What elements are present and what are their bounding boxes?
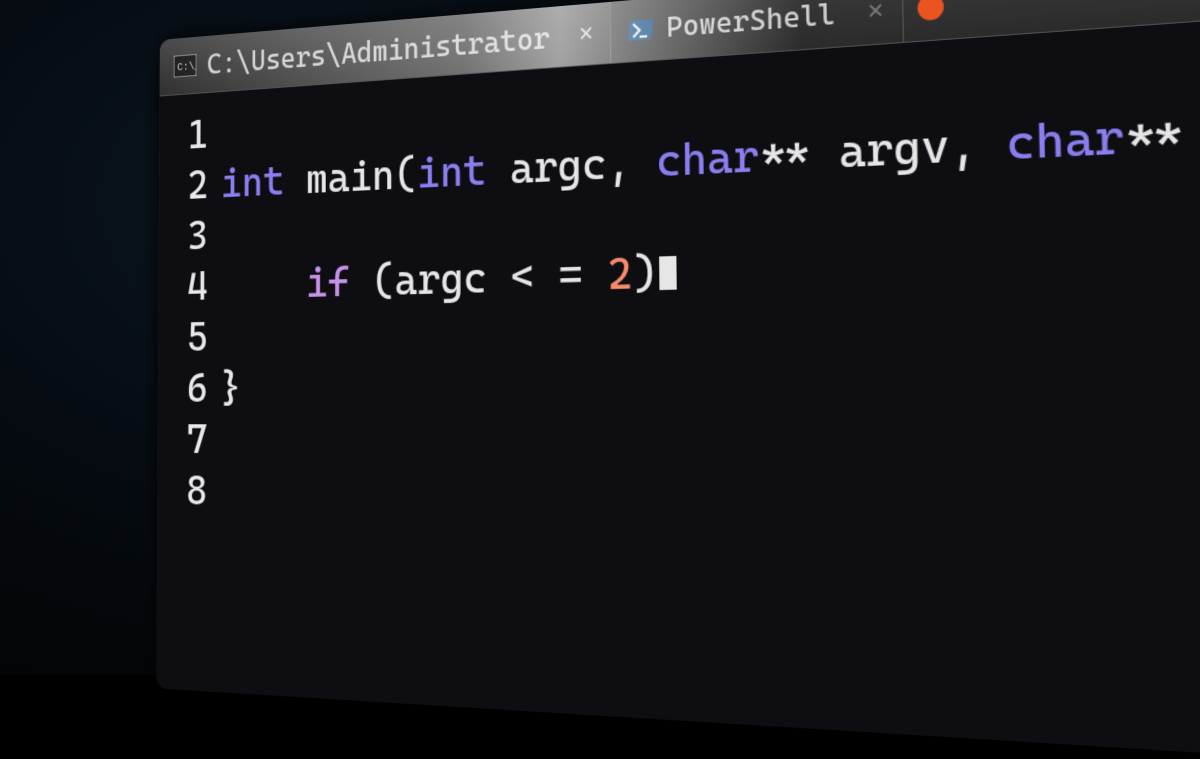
editor[interactable]: 1 2 3 4 5 6 7 8 int main(int argc, char*… xyxy=(157,1,1200,759)
close-icon[interactable]: × xyxy=(579,19,594,51)
code-line: } xyxy=(220,348,1200,414)
gutter: 1 2 3 4 5 6 7 8 xyxy=(157,93,214,692)
ubuntu-icon[interactable] xyxy=(918,0,945,21)
line-number: 5 xyxy=(158,312,208,364)
code-line: if (argc < = 2) xyxy=(220,217,1200,312)
line-number: 1 xyxy=(159,109,208,162)
close-icon[interactable]: × xyxy=(867,0,884,28)
svg-text:C:\_: C:\_ xyxy=(177,60,196,75)
line-number: 8 xyxy=(157,465,207,517)
line-number: 4 xyxy=(159,261,208,313)
line-number: 2 xyxy=(159,160,208,213)
code-area[interactable]: int main(int argc, char** argv, char** e… xyxy=(212,1,1200,759)
line-number: 3 xyxy=(159,210,208,262)
cursor xyxy=(659,256,677,290)
powershell-icon xyxy=(628,17,654,43)
tab-title: C:\Users\Administrator xyxy=(207,19,550,80)
terminal-window: C:\_ C:\Users\Administrator × PowerShell… xyxy=(157,0,1200,759)
line-number: 6 xyxy=(158,363,208,414)
tab-title: PowerShell xyxy=(666,0,835,45)
line-number: 7 xyxy=(158,414,208,465)
code-line: int main(int argc, char** argv, char** e… xyxy=(221,87,1200,210)
cmd-icon: C:\_ xyxy=(174,54,197,78)
